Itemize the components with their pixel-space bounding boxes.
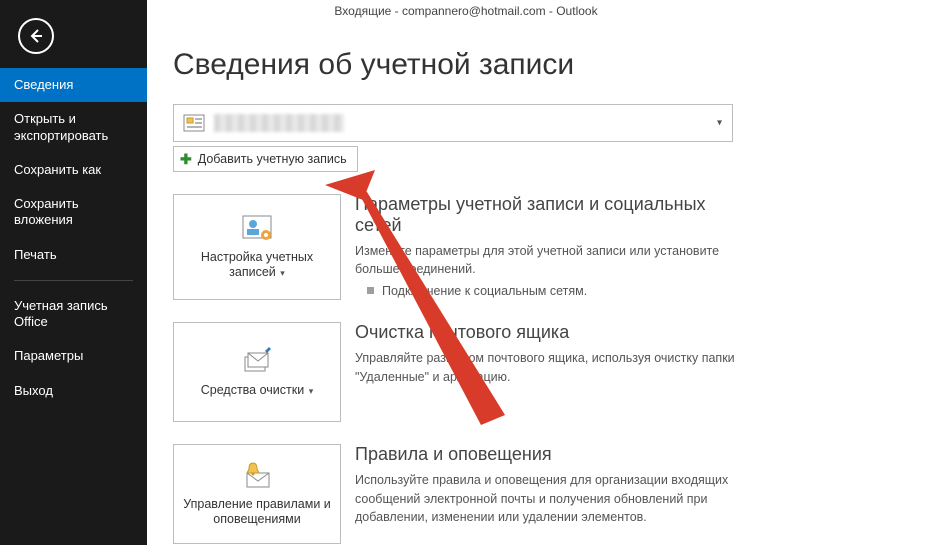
bullet-label: Подключение к социальным сетям. (382, 282, 587, 300)
sidebar-separator (14, 280, 133, 281)
sidebar-item-label: Выход (14, 383, 53, 398)
account-icon (182, 111, 206, 135)
tile-rules-alerts[interactable]: Управление правилами и оповещениями (173, 444, 341, 544)
sidebar-item-save-attachments[interactable]: Сохранить вложения (0, 187, 147, 238)
tile-account-settings[interactable]: Настройка учетных записей ▾ (173, 194, 341, 300)
section-description: Управляйте размером почтового ящика, исп… (355, 349, 755, 385)
section-heading: Очистка почтового ящика (355, 322, 755, 343)
account-dropdown[interactable]: ▾ (173, 104, 733, 142)
bullet-icon (367, 287, 374, 294)
sidebar-item-label: Параметры (14, 348, 83, 363)
cleanup-icon (239, 347, 275, 377)
main-content: Сведения об учетной записи ▾ ✚ Добавить … (147, 0, 932, 545)
sidebar-item-label: Сохранить как (14, 162, 101, 177)
account-name-redacted (214, 114, 344, 132)
tile-cleanup-tools[interactable]: Средства очистки ▾ (173, 322, 341, 422)
page-title: Сведения об учетной записи (173, 48, 906, 82)
section-cleanup: Средства очистки ▾ Очистка почтового ящи… (173, 322, 906, 422)
backstage-sidebar: Сведения Открыть и экспортировать Сохран… (0, 0, 147, 545)
sidebar-item-label: Сведения (14, 77, 73, 92)
section-account-settings: Настройка учетных записей ▾ Параметры уч… (173, 194, 906, 300)
account-settings-icon (239, 214, 275, 244)
sidebar-item-open-export[interactable]: Открыть и экспортировать (0, 102, 147, 153)
sidebar-item-label: Учетная запись Office (14, 298, 108, 329)
sidebar-item-exit[interactable]: Выход (0, 374, 147, 408)
section-description: Используйте правила и оповещения для орг… (355, 471, 755, 525)
add-account-button[interactable]: ✚ Добавить учетную запись (173, 146, 358, 172)
tile-label: Настройка учетных записей ▾ (182, 250, 332, 280)
chevron-down-icon: ▾ (278, 268, 285, 278)
tile-label: Управление правилами и оповещениями (182, 497, 332, 527)
section-heading: Параметры учетной записи и социальных се… (355, 194, 755, 236)
section-description: Измените параметры для этой учетной запи… (355, 242, 755, 278)
sidebar-item-save-as[interactable]: Сохранить как (0, 153, 147, 187)
tile-label: Средства очистки ▾ (201, 383, 313, 398)
back-button[interactable] (18, 18, 54, 54)
section-heading: Правила и оповещения (355, 444, 755, 465)
chevron-down-icon: ▾ (306, 386, 313, 396)
plus-icon: ✚ (180, 151, 192, 168)
sidebar-item-print[interactable]: Печать (0, 238, 147, 272)
sidebar-item-info[interactable]: Сведения (0, 68, 147, 102)
add-account-label: Добавить учетную запись (198, 152, 347, 166)
rules-icon (239, 461, 275, 491)
sidebar-item-office-account[interactable]: Учетная запись Office (0, 289, 147, 340)
sidebar-item-label: Печать (14, 247, 57, 262)
chevron-down-icon: ▾ (717, 118, 722, 129)
sidebar-item-options[interactable]: Параметры (0, 339, 147, 373)
sidebar-item-label: Открыть и экспортировать (14, 111, 108, 142)
social-link-item[interactable]: Подключение к социальным сетям. (355, 282, 755, 300)
section-rules: Управление правилами и оповещениями Прав… (173, 444, 906, 544)
sidebar-item-label: Сохранить вложения (14, 196, 79, 227)
back-arrow-icon (27, 27, 45, 45)
